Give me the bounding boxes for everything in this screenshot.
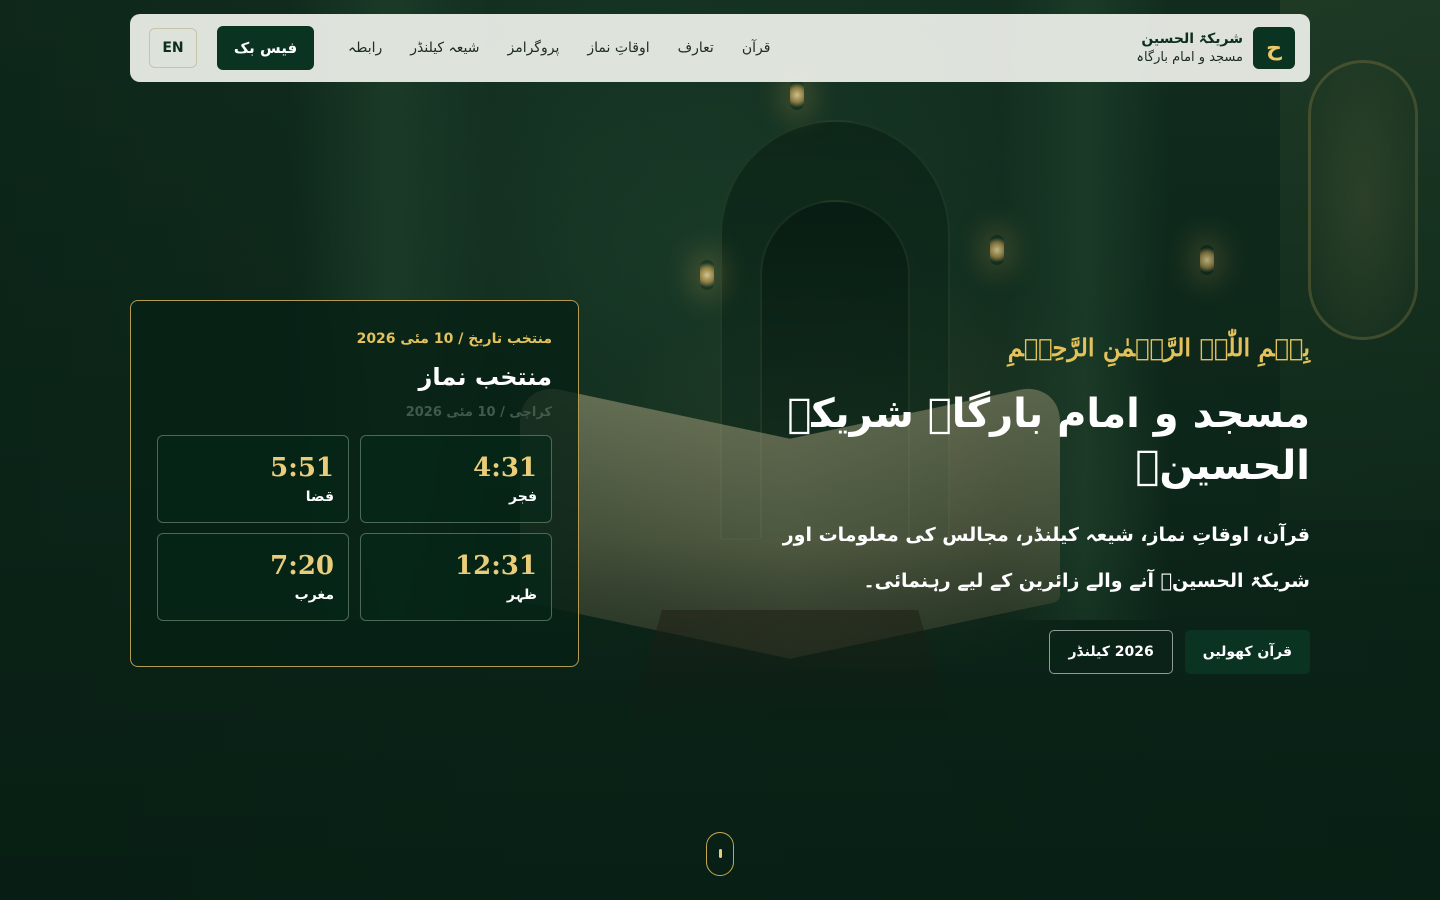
nav-item-programs[interactable]: پروگرامز <box>507 40 559 56</box>
brand-logo-icon: ح <box>1253 27 1295 69</box>
hero-description: قرآن، اوقاتِ نماز، شیعہ کیلنڈر، مجالس کی… <box>782 524 1310 592</box>
prayer-times-card: منتخب تاریخ / 10 مئی 2026 منتخب نماز کرا… <box>130 300 579 667</box>
prayer-time: 7:20 <box>270 551 334 581</box>
brand-text: شریکۃ الحسین مسجد و امام بارگاہ <box>1136 29 1243 67</box>
prayer-slot-zuhr: 12:31 ظہر <box>360 533 552 621</box>
prayer-times-grid: 4:31 فجر 5:51 قضا 12:31 ظہر 7:20 مغرب <box>157 435 552 621</box>
prayer-card-location: کراچی / 10 مئی 2026 <box>405 405 552 420</box>
language-toggle-button[interactable]: EN <box>149 28 197 68</box>
brand-link[interactable]: شریکۃ الحسین مسجد و امام بارگاہ ح <box>1136 27 1295 69</box>
prayer-slot-qaza: 5:51 قضا <box>157 435 349 523</box>
prayer-slot-maghrib: 7:20 مغرب <box>157 533 349 621</box>
prayer-slot-fajr: 4:31 فجر <box>360 435 552 523</box>
prayer-card-title: منتخب نماز <box>418 363 552 391</box>
prayer-time: 4:31 <box>473 453 537 483</box>
main-nav: قرآن تعارف اوقاتِ نماز پروگرامز شیعہ کیل… <box>348 40 770 56</box>
prayer-name: فجر <box>509 489 537 505</box>
prayer-time: 5:51 <box>270 453 334 483</box>
bismillah-heading: بِسۡمِ اللّٰہِ الرَّحۡمٰنِ الرَّحِیۡمِ <box>1007 333 1310 362</box>
mouse-scroll-icon[interactable] <box>706 832 734 876</box>
prayer-name: مغرب <box>294 587 334 603</box>
hero-actions: قرآن کھولیں 2026 کیلنڈر <box>610 630 1310 674</box>
selected-date: منتخب تاریخ / 10 مئی 2026 <box>356 331 552 347</box>
nav-item-quran[interactable]: قرآن <box>742 40 771 56</box>
nav-item-shia-calendar[interactable]: شیعہ کیلنڈر <box>410 40 479 56</box>
page-title: مسجد و امام بارگاہ شریکۃ الحسینؑ <box>787 391 1310 489</box>
prayer-time: 12:31 <box>455 551 537 581</box>
site-header: EN فیس بک قرآن تعارف اوقاتِ نماز پروگرام… <box>130 14 1310 82</box>
header-actions: EN فیس بک قرآن تعارف اوقاتِ نماز پروگرام… <box>149 26 770 70</box>
prayer-name: قضا <box>305 489 334 505</box>
brand-subtitle: مسجد و امام بارگاہ <box>1136 50 1243 65</box>
nav-item-contact[interactable]: رابطہ <box>348 40 382 56</box>
nav-item-prayer-times[interactable]: اوقاتِ نماز <box>587 40 649 56</box>
nav-item-about[interactable]: تعارف <box>678 40 714 56</box>
scroll-dot <box>719 849 722 858</box>
calendar-2026-button[interactable]: 2026 کیلنڈر <box>1049 630 1173 674</box>
prayer-name: ظہر <box>506 587 537 603</box>
hero-section: بِسۡمِ اللّٰہِ الرَّحۡمٰنِ الرَّحِیۡمِ م… <box>610 330 1310 674</box>
brand-name: شریکۃ الحسین <box>1141 31 1243 47</box>
facebook-button[interactable]: فیس بک <box>217 26 314 70</box>
open-quran-button[interactable]: قرآن کھولیں <box>1184 630 1310 674</box>
